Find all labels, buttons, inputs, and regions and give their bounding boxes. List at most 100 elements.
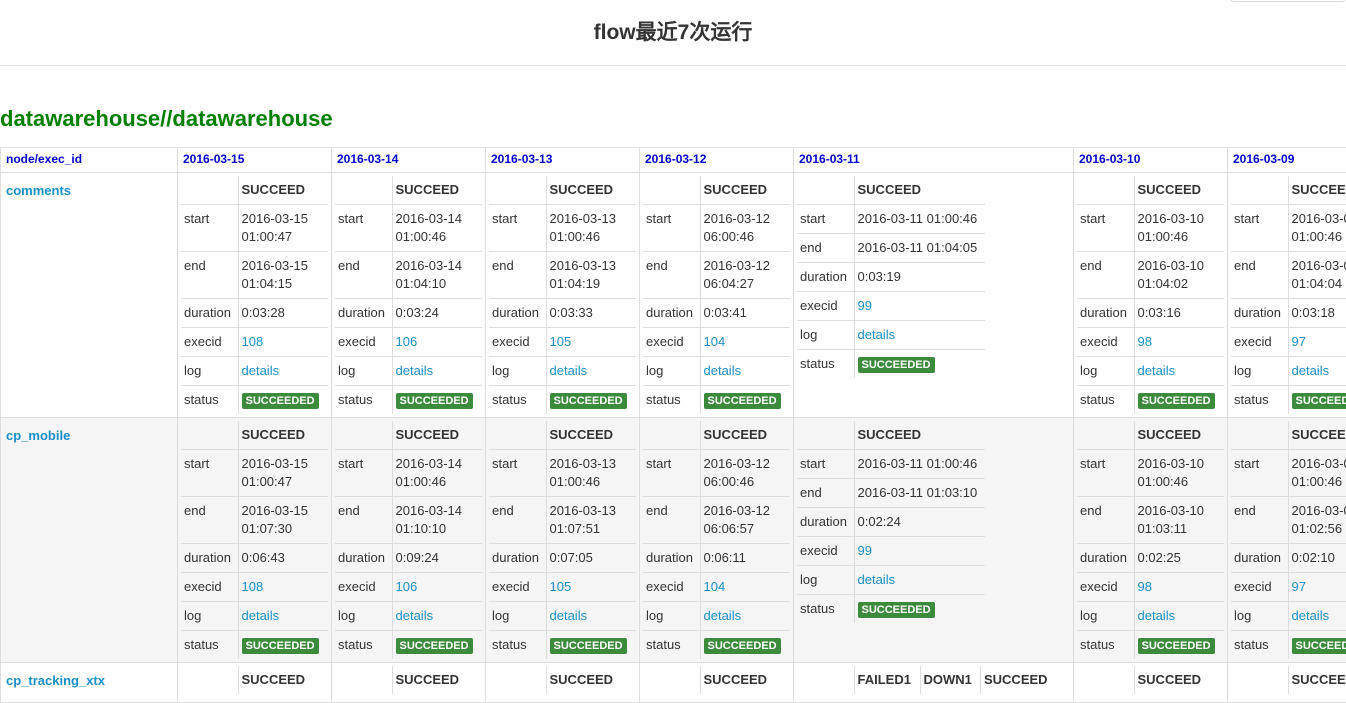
run-summary: SUCCEED	[1288, 176, 1346, 205]
log-details-link[interactable]: details	[1292, 608, 1330, 623]
start-label: start	[1231, 205, 1288, 252]
log-details-link[interactable]: details	[550, 608, 588, 623]
node-name[interactable]: cp_tracking_xtx	[1, 663, 178, 703]
run-detail: SUCCEED	[1077, 666, 1224, 694]
run-detail: SUCCEED	[489, 666, 636, 694]
end-label: end	[1231, 497, 1288, 544]
execid-link[interactable]: 97	[1292, 334, 1306, 349]
end-value: 2016-03-13 01:07:51	[546, 497, 636, 544]
date-header[interactable]: 2016-03-10	[1074, 148, 1228, 173]
execid-label: execid	[797, 537, 854, 566]
log-details-link[interactable]: details	[858, 572, 896, 587]
end-label: end	[1077, 252, 1134, 299]
execid-label: execid	[335, 573, 392, 602]
status-badge: SUCCEEDED	[1138, 638, 1215, 654]
log-details-link[interactable]: details	[1138, 363, 1176, 378]
execid-link[interactable]: 98	[1138, 334, 1152, 349]
duration-label: duration	[1231, 544, 1288, 573]
date-header[interactable]: 2016-03-11	[794, 148, 1074, 173]
date-header[interactable]: 2016-03-15	[178, 148, 332, 173]
run-detail: SUCCEED start2016-03-15 01:00:47 end2016…	[181, 176, 328, 414]
end-value: 2016-03-13 01:04:19	[546, 252, 636, 299]
date-header[interactable]: 2016-03-14	[332, 148, 486, 173]
duration-label: duration	[489, 544, 546, 573]
execid-link[interactable]: 104	[704, 334, 726, 349]
start-value: 2016-03-10 01:00:46	[1134, 205, 1224, 252]
top-search-input[interactable]	[1230, 0, 1346, 2]
execid-link[interactable]: 108	[242, 579, 264, 594]
status-badge: SUCCEEDED	[396, 393, 473, 409]
node-row-cp-mobile: cp_mobile SUCCEED start2016-03-15 01:00:…	[1, 418, 1346, 663]
execid-link[interactable]: 98	[1138, 579, 1152, 594]
end-value: 2016-03-10 01:04:02	[1134, 252, 1224, 299]
execid-link[interactable]: 106	[396, 579, 418, 594]
duration-label: duration	[797, 263, 854, 292]
date-header[interactable]: 2016-03-09	[1228, 148, 1346, 173]
run-summary: SUCCEED	[854, 176, 985, 205]
status-badge: SUCCEEDED	[242, 393, 319, 409]
log-details-link[interactable]: details	[396, 608, 434, 623]
run-cell: SUCCEED start2016-03-09 01:00:46 end2016…	[1228, 418, 1346, 663]
log-details-link[interactable]: details	[550, 363, 588, 378]
duration-label: duration	[335, 299, 392, 328]
start-label: start	[335, 450, 392, 497]
end-value: 2016-03-11 01:03:10	[854, 479, 985, 508]
run-detail: SUCCEED start2016-03-11 01:00:46 end2016…	[797, 176, 985, 378]
log-label: log	[1231, 357, 1288, 386]
execid-link[interactable]: 99	[858, 543, 872, 558]
execid-link[interactable]: 97	[1292, 579, 1306, 594]
log-details-link[interactable]: details	[1138, 608, 1176, 623]
run-summary: SUCCEED	[854, 421, 985, 450]
run-cell: SUCCEED	[1074, 663, 1228, 703]
run-detail: SUCCEED start2016-03-11 01:00:46 end2016…	[797, 421, 985, 623]
execid-link[interactable]: 108	[242, 334, 264, 349]
log-details-link[interactable]: details	[242, 363, 280, 378]
execid-link[interactable]: 105	[550, 579, 572, 594]
start-value: 2016-03-13 01:00:46	[546, 205, 636, 252]
start-value: 2016-03-14 01:00:46	[392, 205, 482, 252]
end-label: end	[335, 497, 392, 544]
execid-link[interactable]: 104	[704, 579, 726, 594]
duration-label: duration	[335, 544, 392, 573]
node-name[interactable]: comments	[1, 173, 178, 418]
run-detail: SUCCEED	[181, 666, 328, 694]
start-label: start	[1077, 450, 1134, 497]
execid-label: execid	[643, 573, 700, 602]
run-cell: SUCCEED start2016-03-14 01:00:46 end2016…	[332, 173, 486, 418]
log-label: log	[181, 357, 238, 386]
log-details-link[interactable]: details	[242, 608, 280, 623]
duration-label: duration	[1231, 299, 1288, 328]
run-detail: SUCCEED start2016-03-09 01:00:46 end2016…	[1231, 421, 1346, 659]
corner-header: node/exec_id	[1, 148, 178, 173]
log-details-link[interactable]: details	[396, 363, 434, 378]
log-details-link[interactable]: details	[704, 363, 742, 378]
duration-value: 0:02:24	[854, 508, 985, 537]
end-label: end	[181, 252, 238, 299]
date-header[interactable]: 2016-03-12	[640, 148, 794, 173]
status-label: status	[489, 631, 546, 660]
execid-label: execid	[1231, 573, 1288, 602]
run-cell: SUCCEED start2016-03-15 01:00:47 end2016…	[178, 173, 332, 418]
end-value: 2016-03-14 01:10:10	[392, 497, 482, 544]
date-header[interactable]: 2016-03-13	[486, 148, 640, 173]
execid-link[interactable]: 105	[550, 334, 572, 349]
log-details-link[interactable]: details	[704, 608, 742, 623]
execid-link[interactable]: 99	[858, 298, 872, 313]
flow-title: datawarehouse//datawarehouse	[0, 106, 333, 132]
end-value: 2016-03-11 01:04:05	[854, 234, 985, 263]
status-badge: SUCCEEDED	[704, 393, 781, 409]
node-name[interactable]: cp_mobile	[1, 418, 178, 663]
execid-link[interactable]: 106	[396, 334, 418, 349]
top-bar: flow最近7次运行	[0, 0, 1346, 66]
run-summary: SUCCEED	[1134, 421, 1224, 450]
end-label: end	[181, 497, 238, 544]
start-label: start	[1231, 450, 1288, 497]
duration-value: 0:03:18	[1288, 299, 1346, 328]
log-details-link[interactable]: details	[1292, 363, 1330, 378]
log-details-link[interactable]: details	[858, 327, 896, 342]
execid-label: execid	[1231, 328, 1288, 357]
duration-label: duration	[1077, 544, 1134, 573]
duration-value: 0:07:05	[546, 544, 636, 573]
log-label: log	[797, 321, 854, 350]
end-value: 2016-03-12 06:06:57	[700, 497, 790, 544]
